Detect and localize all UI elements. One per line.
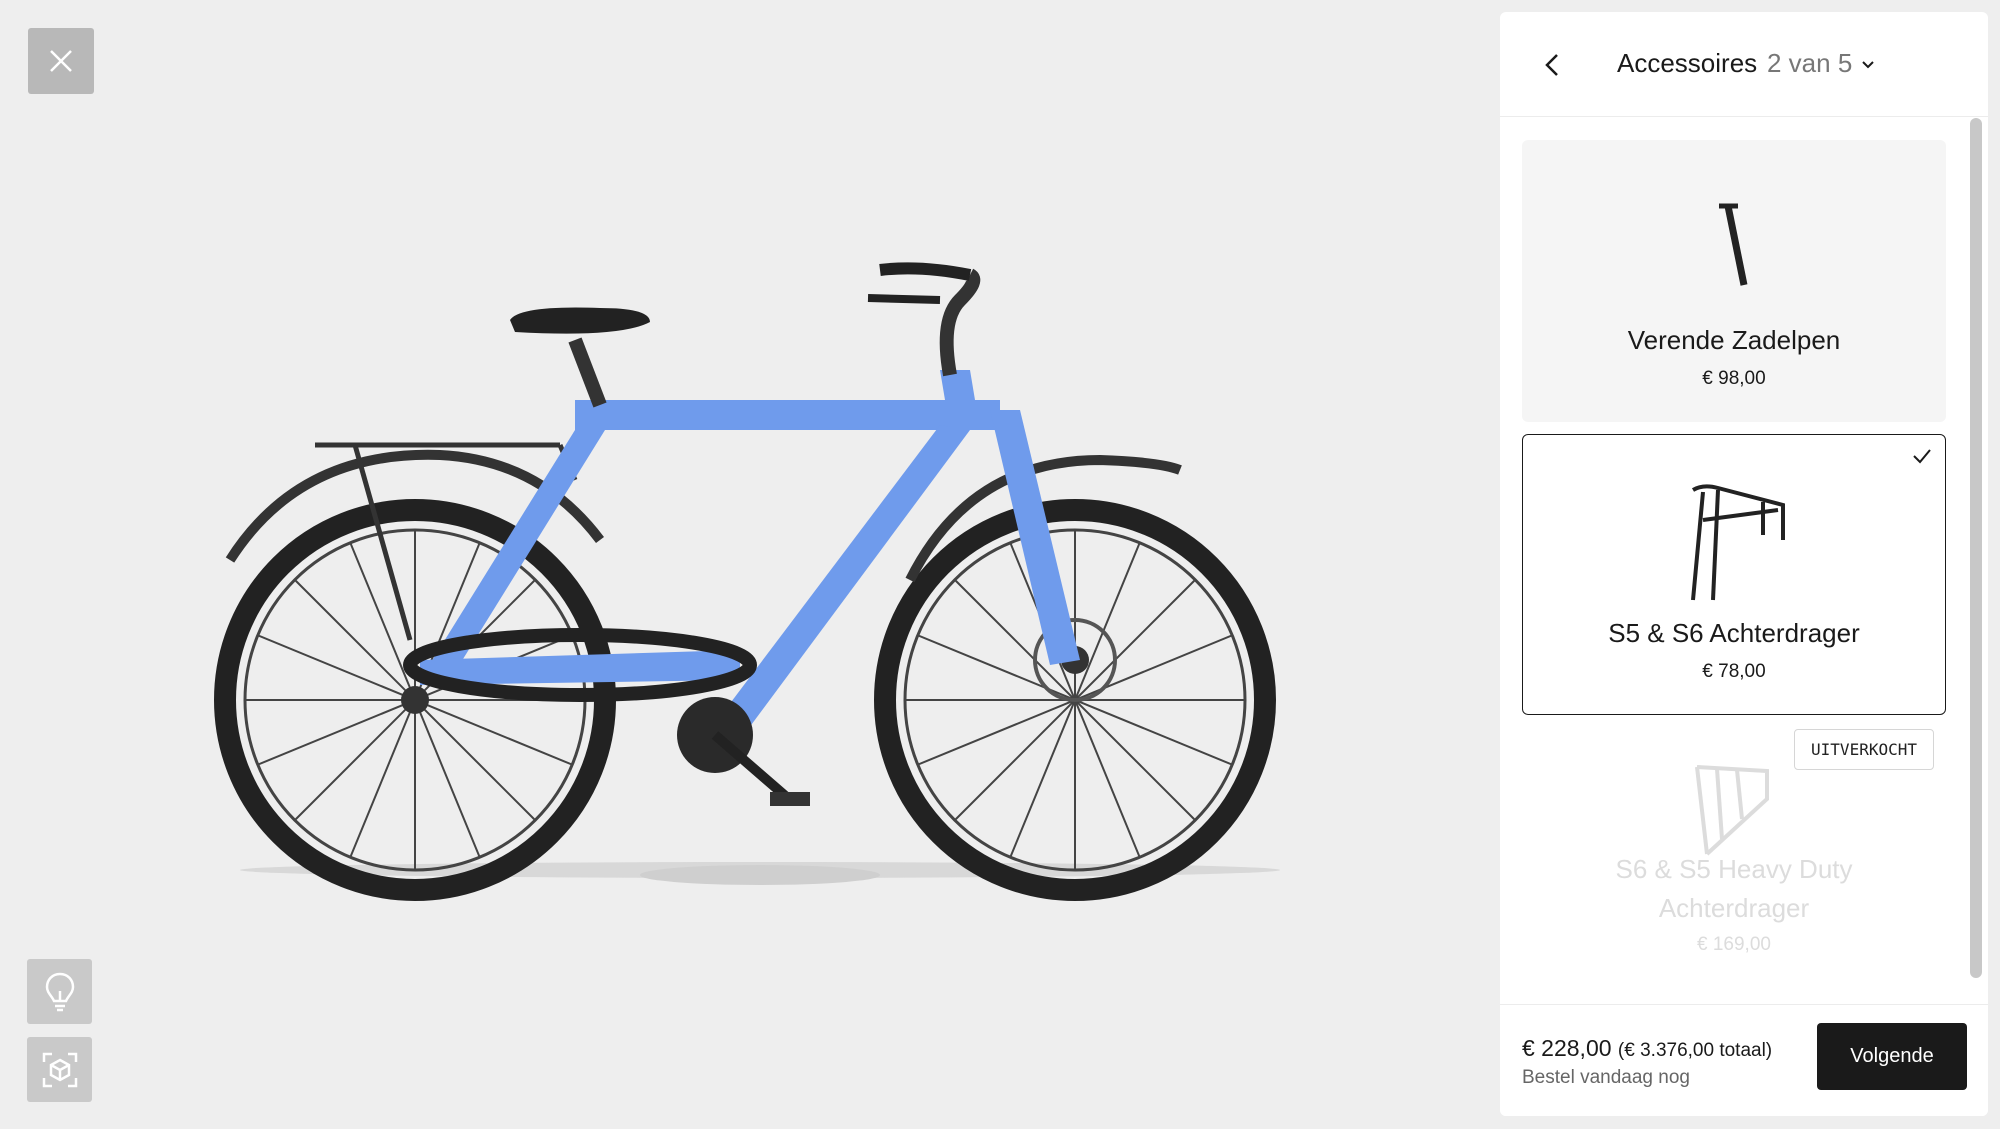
product-price: € 98,00 xyxy=(1702,368,1766,389)
chevron-down-icon xyxy=(1862,60,1875,68)
close-icon xyxy=(50,50,72,72)
heavy-duty-rack-image xyxy=(1695,765,1769,856)
step-title: Accessoires xyxy=(1617,48,1758,78)
product-name-line1: S6 & S5 Heavy Duty xyxy=(1615,854,1853,884)
bike-frame xyxy=(420,370,1080,740)
sold-out-badge: UITVERKOCHT xyxy=(1794,729,1934,770)
bike-3d-view[interactable] xyxy=(180,180,1320,920)
accessories-price: € 228,00 xyxy=(1522,1035,1612,1061)
product-price: € 169,00 xyxy=(1697,934,1771,955)
grand-total: (€ 3.376,00 totaal) xyxy=(1617,1040,1773,1061)
accessory-card-heavy-duty-rack[interactable]: UITVERKOCHT S6 & S5 Heavy Duty Achterdra… xyxy=(1522,729,1946,989)
ar-view-button[interactable] xyxy=(27,1037,92,1102)
back-button[interactable] xyxy=(1538,50,1568,80)
front-wheel xyxy=(874,499,1276,901)
configurator-panel: Accessoires 2 van 5 Verende Zadelpen € 9… xyxy=(1500,12,1988,1116)
accessory-card-suspension-seatpost[interactable]: Verende Zadelpen € 98,00 xyxy=(1522,140,1946,422)
scrollbar[interactable] xyxy=(1970,118,1982,978)
lightbulb-icon xyxy=(45,972,74,1011)
next-button[interactable]: Volgende xyxy=(1817,1023,1967,1090)
rear-rack-image xyxy=(1691,484,1785,601)
product-name-line2: Achterdrager xyxy=(1658,893,1810,923)
product-name: S5 & S6 Achterdrager xyxy=(1608,618,1860,648)
price-summary: € 228,00 (€ 3.376,00 totaal) xyxy=(1522,1035,1772,1062)
suspension-seatpost-image xyxy=(1719,203,1748,286)
close-button[interactable] xyxy=(28,28,94,94)
panel-footer: € 228,00 (€ 3.376,00 totaal) Bestel vand… xyxy=(1500,1004,1988,1116)
ar-view-icon xyxy=(42,1052,77,1087)
accessory-list: Verende Zadelpen € 98,00 S5 & S6 Achterd… xyxy=(1500,117,1970,1005)
step-selector[interactable]: 2 van 5 xyxy=(1767,48,1876,79)
product-price: € 78,00 xyxy=(1702,661,1766,682)
checkmark-icon xyxy=(1913,449,1931,464)
accessory-card-rear-rack[interactable]: S5 & S6 Achterdrager € 78,00 xyxy=(1522,434,1946,715)
lightbulb-button[interactable] xyxy=(27,959,92,1024)
chevron-left-icon xyxy=(1545,54,1558,76)
order-today-text: Bestel vandaag nog xyxy=(1522,1067,1690,1088)
product-name: Verende Zadelpen xyxy=(1627,325,1841,355)
step-counter: 2 van 5 xyxy=(1767,48,1853,78)
panel-header: Accessoires 2 van 5 xyxy=(1500,12,1988,117)
